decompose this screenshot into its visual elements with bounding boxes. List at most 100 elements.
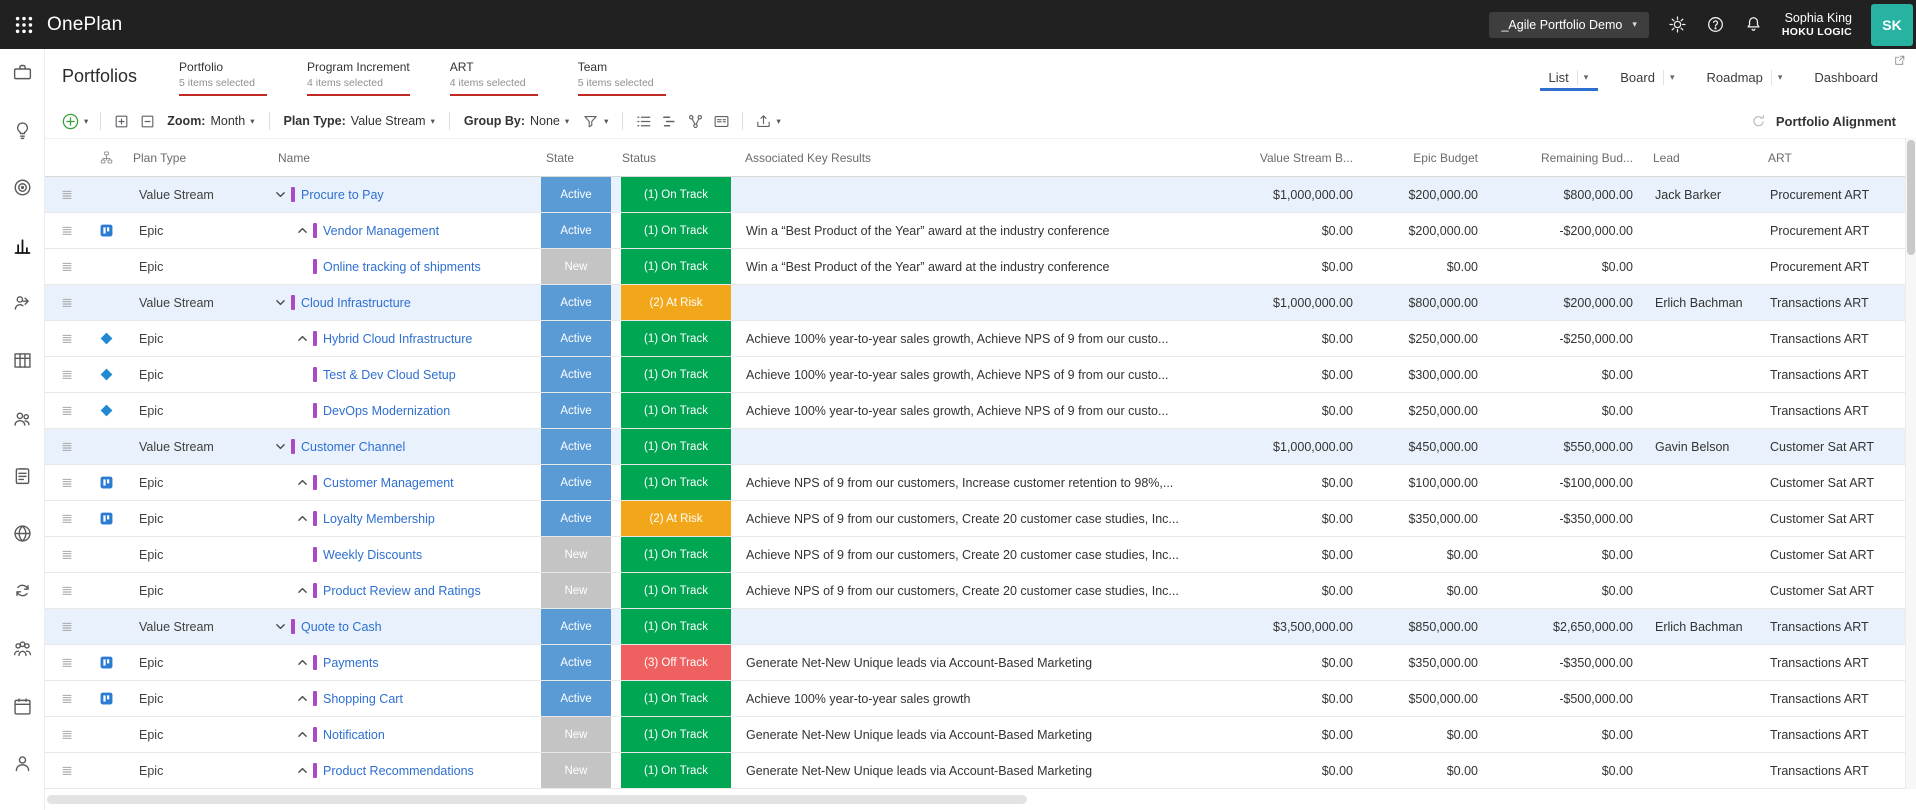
state-chip[interactable]: Active <box>541 645 611 680</box>
filter-team[interactable]: Team 5 items selected <box>577 60 666 96</box>
popout-icon[interactable] <box>1893 54 1906 67</box>
column-header-epic-budget[interactable]: Epic Budget <box>1365 151 1490 165</box>
state-chip[interactable]: Active <box>541 393 611 428</box>
view-tab-roadmap[interactable]: Roadmap <box>1700 70 1768 85</box>
sidebar-item-portfolios[interactable] <box>0 62 44 120</box>
hierarchy-view-icon[interactable] <box>687 113 704 130</box>
drag-handle-icon[interactable] <box>59 331 75 347</box>
item-name-link[interactable]: Procure to Pay <box>301 188 384 202</box>
sidebar-item-profile[interactable] <box>0 753 44 810</box>
drag-handle-icon[interactable] <box>59 583 75 599</box>
plan-type-dropdown[interactable]: Plan Type: Value Stream ▾ <box>284 114 435 128</box>
drag-handle-icon[interactable] <box>59 655 75 671</box>
horizontal-scrollbar-thumb[interactable] <box>47 795 1027 804</box>
status-chip[interactable]: (1) On Track <box>621 249 731 284</box>
item-name-link[interactable]: Weekly Discounts <box>323 548 422 562</box>
sidebar-item-teams[interactable] <box>0 408 44 466</box>
add-item-button[interactable]: ▾ <box>61 112 88 131</box>
state-chip[interactable]: Active <box>541 681 611 716</box>
row-chevron-down-icon[interactable] <box>274 188 291 201</box>
group-by-dropdown[interactable]: Group By: None ▾ <box>464 114 569 128</box>
sidebar-item-processes[interactable] <box>0 580 44 638</box>
column-header-art[interactable]: ART <box>1760 151 1905 165</box>
item-name-link[interactable]: Online tracking of shipments <box>323 260 481 274</box>
status-chip[interactable]: (1) On Track <box>621 393 731 428</box>
view-caret-roadmap[interactable]: ▾ <box>1770 69 1791 85</box>
row-chevron-up-icon[interactable] <box>296 728 313 741</box>
drag-handle-icon[interactable] <box>59 727 75 743</box>
drag-handle-icon[interactable] <box>59 439 75 455</box>
column-header-value-stream-b[interactable]: Value Stream B... <box>1230 151 1365 165</box>
column-header-state[interactable]: State <box>538 151 614 165</box>
drag-handle-icon[interactable] <box>59 403 75 419</box>
state-chip[interactable]: New <box>541 573 611 608</box>
refresh-icon[interactable] <box>1750 113 1767 130</box>
drag-handle-icon[interactable] <box>59 223 75 239</box>
workspace-selector[interactable]: _Agile Portfolio Demo ▾ <box>1489 11 1649 38</box>
drag-handle-icon[interactable] <box>59 511 75 527</box>
item-name-link[interactable]: DevOps Modernization <box>323 404 450 418</box>
item-name-link[interactable]: Shopping Cart <box>323 692 403 706</box>
status-chip[interactable]: (2) At Risk <box>621 285 731 320</box>
drag-handle-icon[interactable] <box>59 475 75 491</box>
row-chevron-up-icon[interactable] <box>296 224 313 237</box>
filter-art[interactable]: ART 4 items selected <box>449 60 538 96</box>
sidebar-item-resources[interactable] <box>0 292 44 350</box>
drag-handle-icon[interactable] <box>59 259 75 275</box>
row-chevron-down-icon[interactable] <box>274 296 291 309</box>
item-name-link[interactable]: Customer Management <box>323 476 454 490</box>
app-launcher-icon[interactable] <box>13 14 35 36</box>
column-header-name[interactable]: Name <box>270 151 538 165</box>
column-header-remaining-bud[interactable]: Remaining Bud... <box>1490 151 1645 165</box>
state-chip[interactable]: Active <box>541 609 611 644</box>
item-name-link[interactable]: Loyalty Membership <box>323 512 435 526</box>
state-chip[interactable]: Active <box>541 213 611 248</box>
view-caret-list[interactable]: ▾ <box>1576 69 1597 85</box>
row-chevron-up-icon[interactable] <box>296 476 313 489</box>
status-chip[interactable]: (1) On Track <box>621 213 731 248</box>
status-chip[interactable]: (1) On Track <box>621 537 731 572</box>
row-chevron-up-icon[interactable] <box>296 764 313 777</box>
state-chip[interactable]: Active <box>541 465 611 500</box>
expand-all-icon[interactable] <box>113 113 130 130</box>
status-chip[interactable]: (2) At Risk <box>621 501 731 536</box>
row-chevron-up-icon[interactable] <box>296 656 313 669</box>
card-view-icon[interactable] <box>713 113 730 130</box>
row-chevron-down-icon[interactable] <box>274 620 291 633</box>
drag-handle-icon[interactable] <box>59 295 75 311</box>
item-name-link[interactable]: Payments <box>323 656 379 670</box>
view-tab-board[interactable]: Board <box>1614 70 1661 85</box>
zoom-dropdown[interactable]: Zoom: Month ▾ <box>167 114 254 128</box>
drag-handle-icon[interactable] <box>59 367 75 383</box>
state-chip[interactable]: New <box>541 753 611 788</box>
view-tab-dashboard[interactable]: Dashboard <box>1808 70 1884 85</box>
status-chip[interactable]: (1) On Track <box>621 465 731 500</box>
status-chip[interactable]: (1) On Track <box>621 681 731 716</box>
help-icon[interactable] <box>1706 15 1725 34</box>
state-chip[interactable]: Active <box>541 429 611 464</box>
status-chip[interactable]: (1) On Track <box>621 753 731 788</box>
state-chip[interactable]: Active <box>541 285 611 320</box>
sidebar-item-backlog[interactable] <box>0 465 44 523</box>
filter-portfolio[interactable]: Portfolio 5 items selected <box>179 60 268 96</box>
item-name-link[interactable]: Test & Dev Cloud Setup <box>323 368 456 382</box>
status-chip[interactable]: (1) On Track <box>621 429 731 464</box>
item-name-link[interactable]: Notification <box>323 728 385 742</box>
row-chevron-up-icon[interactable] <box>296 584 313 597</box>
row-chevron-up-icon[interactable] <box>296 332 313 345</box>
vertical-scrollbar-thumb[interactable] <box>1907 140 1915 255</box>
item-name-link[interactable]: Product Review and Ratings <box>323 584 481 598</box>
sidebar-item-insights[interactable] <box>0 235 44 293</box>
notifications-bell-icon[interactable] <box>1744 15 1763 34</box>
sidebar-item-goals[interactable] <box>0 177 44 235</box>
list-view-icon[interactable] <box>635 113 652 130</box>
status-chip[interactable]: (1) On Track <box>621 321 731 356</box>
status-chip[interactable]: (1) On Track <box>621 357 731 392</box>
column-header-associated-key-results[interactable]: Associated Key Results <box>737 151 1230 165</box>
sidebar-item-ideas[interactable] <box>0 120 44 178</box>
item-name-link[interactable]: Product Recommendations <box>323 764 474 778</box>
drag-handle-icon[interactable] <box>59 547 75 563</box>
item-name-link[interactable]: Cloud Infrastructure <box>301 296 411 310</box>
settings-gear-icon[interactable] <box>1668 15 1687 34</box>
export-button[interactable]: ▾ <box>755 113 781 130</box>
